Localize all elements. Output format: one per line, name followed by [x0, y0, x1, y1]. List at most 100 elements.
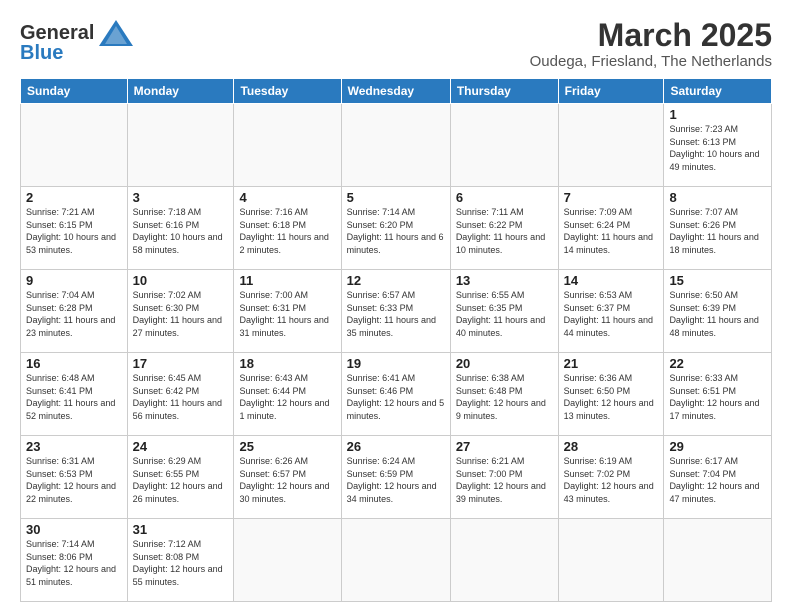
day-info: Sunrise: 6:41 AM Sunset: 6:46 PM Dayligh… [347, 372, 445, 422]
day-info: Sunrise: 7:18 AM Sunset: 6:16 PM Dayligh… [133, 206, 229, 256]
week-row-5: 30Sunrise: 7:14 AM Sunset: 8:06 PM Dayli… [21, 519, 772, 602]
day-info: Sunrise: 6:55 AM Sunset: 6:35 PM Dayligh… [456, 289, 553, 339]
day-number: 5 [347, 190, 445, 205]
header-saturday: Saturday [664, 79, 772, 104]
day-number: 8 [669, 190, 766, 205]
day-info: Sunrise: 7:21 AM Sunset: 6:15 PM Dayligh… [26, 206, 122, 256]
day-number: 1 [669, 107, 766, 122]
day-number: 13 [456, 273, 553, 288]
day-cell-5-3 [341, 519, 450, 602]
header-tuesday: Tuesday [234, 79, 341, 104]
day-cell-1-6: 8Sunrise: 7:07 AM Sunset: 6:26 PM Daylig… [664, 187, 772, 270]
day-cell-4-3: 26Sunrise: 6:24 AM Sunset: 6:59 PM Dayli… [341, 436, 450, 519]
day-info: Sunrise: 7:23 AM Sunset: 6:13 PM Dayligh… [669, 123, 766, 173]
day-number: 31 [133, 522, 229, 537]
day-number: 20 [456, 356, 553, 371]
day-info: Sunrise: 6:36 AM Sunset: 6:50 PM Dayligh… [564, 372, 659, 422]
day-number: 2 [26, 190, 122, 205]
day-cell-0-6: 1Sunrise: 7:23 AM Sunset: 6:13 PM Daylig… [664, 104, 772, 187]
week-row-4: 23Sunrise: 6:31 AM Sunset: 6:53 PM Dayli… [21, 436, 772, 519]
day-cell-0-0 [21, 104, 128, 187]
day-number: 11 [239, 273, 335, 288]
day-info: Sunrise: 6:17 AM Sunset: 7:04 PM Dayligh… [669, 455, 766, 505]
day-info: Sunrise: 7:14 AM Sunset: 8:06 PM Dayligh… [26, 538, 122, 588]
day-info: Sunrise: 6:38 AM Sunset: 6:48 PM Dayligh… [456, 372, 553, 422]
logo: General Blue [20, 18, 135, 65]
header-wednesday: Wednesday [341, 79, 450, 104]
week-row-3: 16Sunrise: 6:48 AM Sunset: 6:41 PM Dayli… [21, 353, 772, 436]
day-cell-1-0: 2Sunrise: 7:21 AM Sunset: 6:15 PM Daylig… [21, 187, 128, 270]
day-number: 23 [26, 439, 122, 454]
day-cell-5-4 [450, 519, 558, 602]
day-number: 18 [239, 356, 335, 371]
day-cell-5-2 [234, 519, 341, 602]
day-info: Sunrise: 7:00 AM Sunset: 6:31 PM Dayligh… [239, 289, 335, 339]
day-info: Sunrise: 6:26 AM Sunset: 6:57 PM Dayligh… [239, 455, 335, 505]
day-cell-2-4: 13Sunrise: 6:55 AM Sunset: 6:35 PM Dayli… [450, 270, 558, 353]
day-number: 19 [347, 356, 445, 371]
day-cell-3-1: 17Sunrise: 6:45 AM Sunset: 6:42 PM Dayli… [127, 353, 234, 436]
day-cell-2-6: 15Sunrise: 6:50 AM Sunset: 6:39 PM Dayli… [664, 270, 772, 353]
day-cell-0-4 [450, 104, 558, 187]
day-cell-5-0: 30Sunrise: 7:14 AM Sunset: 8:06 PM Dayli… [21, 519, 128, 602]
day-info: Sunrise: 6:50 AM Sunset: 6:39 PM Dayligh… [669, 289, 766, 339]
day-number: 16 [26, 356, 122, 371]
day-cell-4-2: 25Sunrise: 6:26 AM Sunset: 6:57 PM Dayli… [234, 436, 341, 519]
day-cell-3-3: 19Sunrise: 6:41 AM Sunset: 6:46 PM Dayli… [341, 353, 450, 436]
day-cell-4-0: 23Sunrise: 6:31 AM Sunset: 6:53 PM Dayli… [21, 436, 128, 519]
day-number: 25 [239, 439, 335, 454]
day-number: 4 [239, 190, 335, 205]
day-info: Sunrise: 6:24 AM Sunset: 6:59 PM Dayligh… [347, 455, 445, 505]
day-cell-2-2: 11Sunrise: 7:00 AM Sunset: 6:31 PM Dayli… [234, 270, 341, 353]
day-cell-3-0: 16Sunrise: 6:48 AM Sunset: 6:41 PM Dayli… [21, 353, 128, 436]
day-number: 9 [26, 273, 122, 288]
week-row-1: 2Sunrise: 7:21 AM Sunset: 6:15 PM Daylig… [21, 187, 772, 270]
day-number: 26 [347, 439, 445, 454]
day-cell-3-4: 20Sunrise: 6:38 AM Sunset: 6:48 PM Dayli… [450, 353, 558, 436]
day-cell-1-3: 5Sunrise: 7:14 AM Sunset: 6:20 PM Daylig… [341, 187, 450, 270]
day-number: 28 [564, 439, 659, 454]
day-number: 27 [456, 439, 553, 454]
day-info: Sunrise: 6:19 AM Sunset: 7:02 PM Dayligh… [564, 455, 659, 505]
day-cell-1-5: 7Sunrise: 7:09 AM Sunset: 6:24 PM Daylig… [558, 187, 664, 270]
day-info: Sunrise: 7:04 AM Sunset: 6:28 PM Dayligh… [26, 289, 122, 339]
day-number: 30 [26, 522, 122, 537]
day-info: Sunrise: 6:45 AM Sunset: 6:42 PM Dayligh… [133, 372, 229, 422]
header-sunday: Sunday [21, 79, 128, 104]
day-info: Sunrise: 6:33 AM Sunset: 6:51 PM Dayligh… [669, 372, 766, 422]
calendar-title: March 2025 [530, 18, 772, 53]
week-row-0: 1Sunrise: 7:23 AM Sunset: 6:13 PM Daylig… [21, 104, 772, 187]
logo-icon [97, 18, 135, 48]
calendar-table: Sunday Monday Tuesday Wednesday Thursday… [20, 78, 772, 602]
day-number: 14 [564, 273, 659, 288]
day-info: Sunrise: 6:29 AM Sunset: 6:55 PM Dayligh… [133, 455, 229, 505]
day-cell-4-6: 29Sunrise: 6:17 AM Sunset: 7:04 PM Dayli… [664, 436, 772, 519]
day-number: 10 [133, 273, 229, 288]
day-cell-1-1: 3Sunrise: 7:18 AM Sunset: 6:16 PM Daylig… [127, 187, 234, 270]
day-cell-0-2 [234, 104, 341, 187]
day-info: Sunrise: 6:43 AM Sunset: 6:44 PM Dayligh… [239, 372, 335, 422]
day-info: Sunrise: 6:48 AM Sunset: 6:41 PM Dayligh… [26, 372, 122, 422]
day-cell-4-4: 27Sunrise: 6:21 AM Sunset: 7:00 PM Dayli… [450, 436, 558, 519]
day-cell-4-1: 24Sunrise: 6:29 AM Sunset: 6:55 PM Dayli… [127, 436, 234, 519]
day-cell-3-2: 18Sunrise: 6:43 AM Sunset: 6:44 PM Dayli… [234, 353, 341, 436]
logo-blue: Blue [20, 42, 63, 65]
day-cell-0-3 [341, 104, 450, 187]
day-info: Sunrise: 7:09 AM Sunset: 6:24 PM Dayligh… [564, 206, 659, 256]
day-cell-0-1 [127, 104, 234, 187]
day-cell-3-6: 22Sunrise: 6:33 AM Sunset: 6:51 PM Dayli… [664, 353, 772, 436]
day-info: Sunrise: 6:31 AM Sunset: 6:53 PM Dayligh… [26, 455, 122, 505]
header-friday: Friday [558, 79, 664, 104]
calendar-header-row: Sunday Monday Tuesday Wednesday Thursday… [21, 79, 772, 104]
day-cell-5-1: 31Sunrise: 7:12 AM Sunset: 8:08 PM Dayli… [127, 519, 234, 602]
day-cell-2-3: 12Sunrise: 6:57 AM Sunset: 6:33 PM Dayli… [341, 270, 450, 353]
day-cell-0-5 [558, 104, 664, 187]
day-cell-5-6 [664, 519, 772, 602]
header-thursday: Thursday [450, 79, 558, 104]
week-row-2: 9Sunrise: 7:04 AM Sunset: 6:28 PM Daylig… [21, 270, 772, 353]
calendar-subtitle: Oudega, Friesland, The Netherlands [530, 53, 772, 70]
day-number: 6 [456, 190, 553, 205]
day-cell-4-5: 28Sunrise: 6:19 AM Sunset: 7:02 PM Dayli… [558, 436, 664, 519]
day-cell-2-5: 14Sunrise: 6:53 AM Sunset: 6:37 PM Dayli… [558, 270, 664, 353]
day-cell-1-4: 6Sunrise: 7:11 AM Sunset: 6:22 PM Daylig… [450, 187, 558, 270]
